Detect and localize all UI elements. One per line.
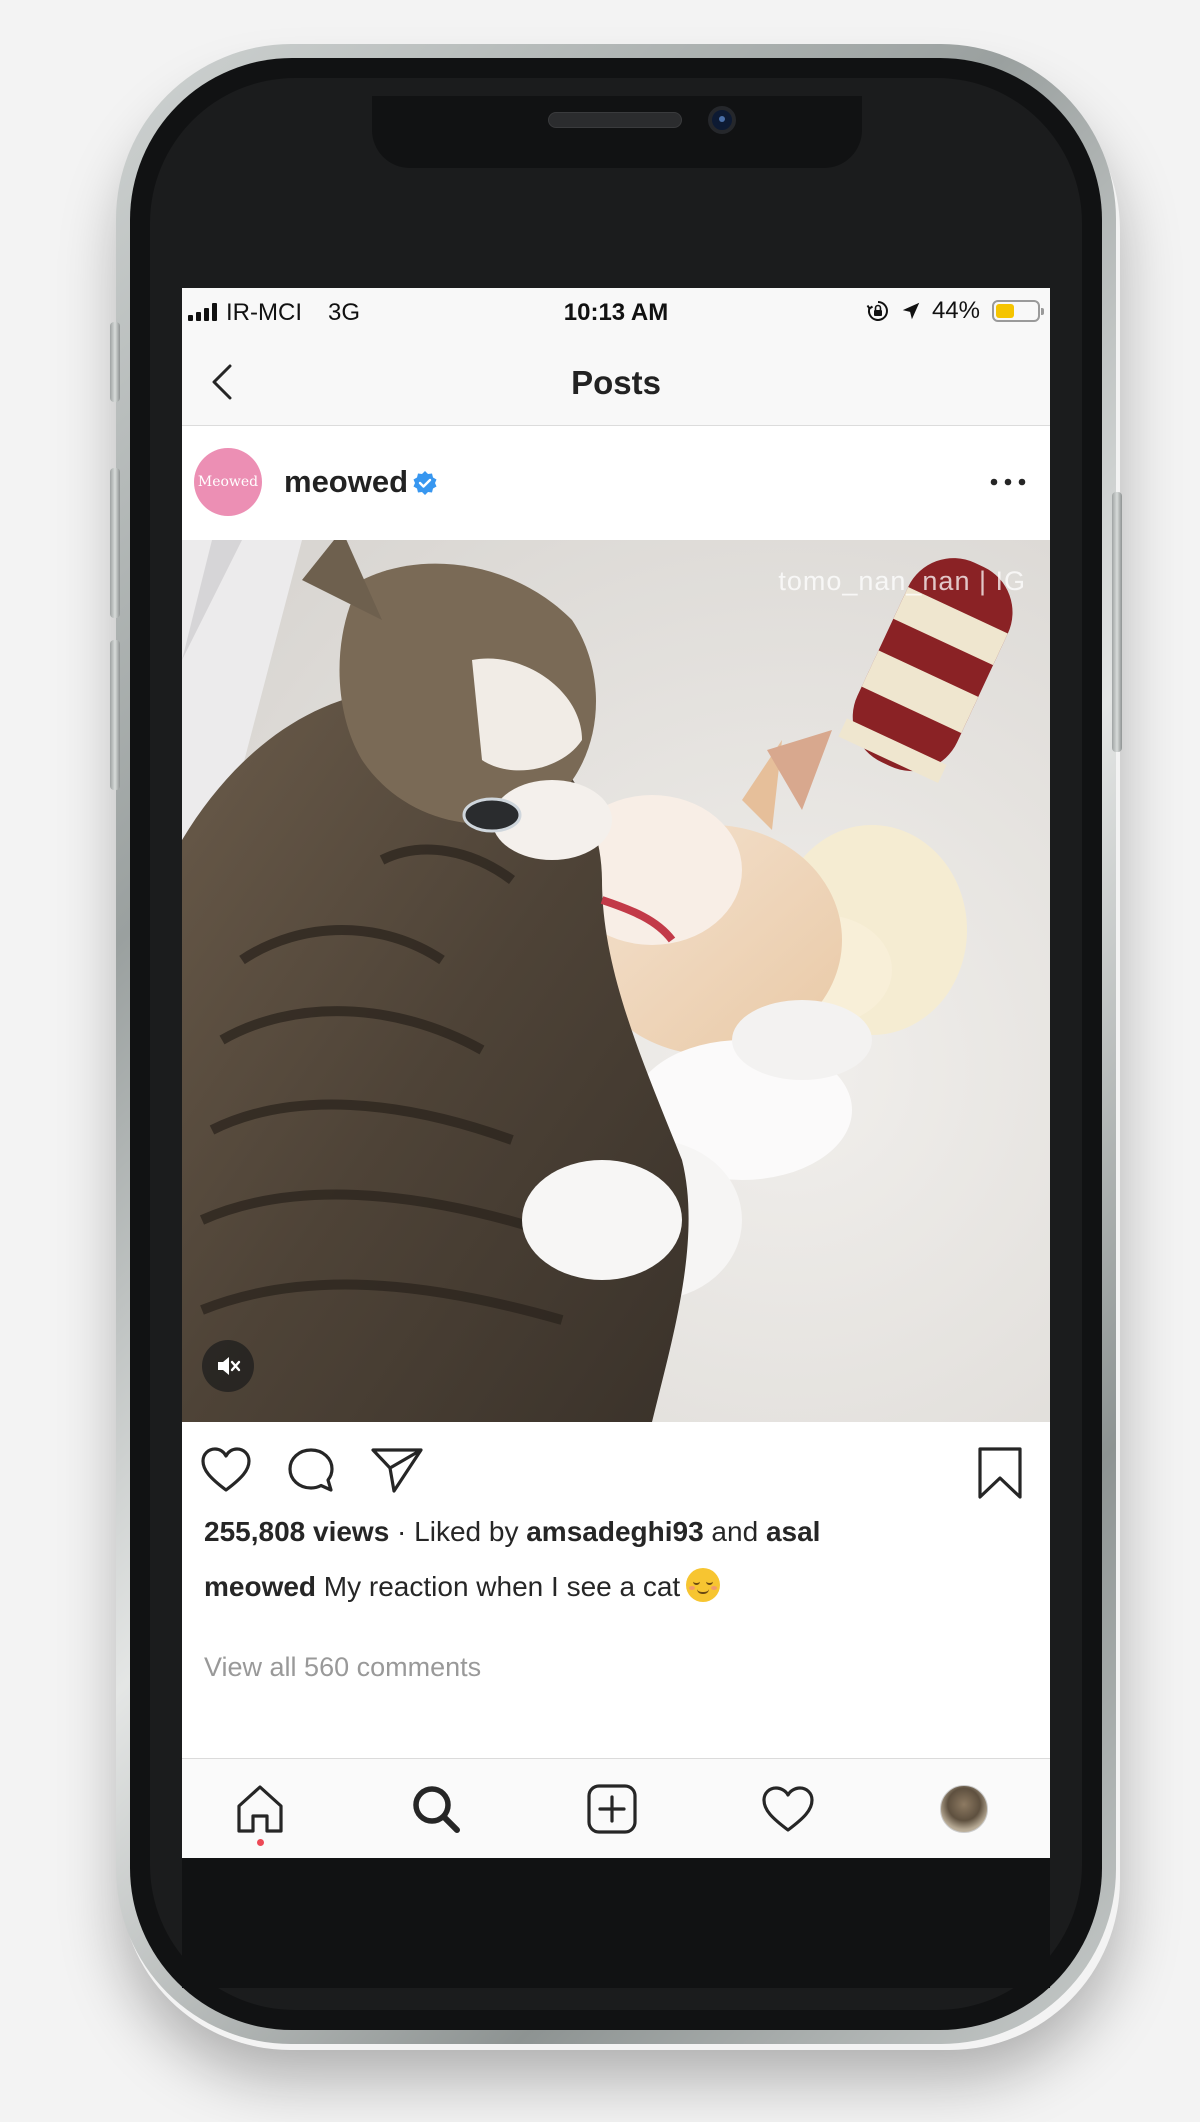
share-button[interactable] bbox=[370, 1446, 424, 1494]
status-bar: IR-MCI 3G 10:13 AM 44% bbox=[182, 288, 1050, 336]
liked-by-prefix: · Liked by bbox=[389, 1516, 527, 1547]
heart-icon bbox=[762, 1786, 814, 1832]
likes-line: 255,808 views · Liked by amsadeghi93 and… bbox=[204, 1516, 820, 1548]
video-watermark: tomo_nan_nan | IG bbox=[778, 566, 1026, 596]
view-all-comments-link[interactable]: View all 560 comments bbox=[204, 1652, 481, 1683]
volume-up-button bbox=[110, 468, 120, 618]
caption-text: My reaction when I see a cat bbox=[316, 1571, 681, 1602]
tab-new-post[interactable] bbox=[582, 1779, 642, 1839]
status-indicators: 44% bbox=[866, 297, 1044, 325]
silent-switch bbox=[110, 322, 120, 402]
notch bbox=[372, 96, 862, 168]
rotation-lock-icon bbox=[866, 301, 888, 321]
like-button[interactable] bbox=[200, 1446, 252, 1494]
post-author-avatar[interactable]: Meowed bbox=[194, 448, 262, 516]
profile-avatar bbox=[940, 1785, 988, 1833]
post-author-username[interactable]: meowed bbox=[284, 464, 408, 500]
tab-search[interactable] bbox=[406, 1779, 466, 1839]
video-frame-cats bbox=[182, 540, 1050, 1422]
view-count[interactable]: 255,808 views bbox=[204, 1516, 389, 1547]
battery-icon bbox=[992, 300, 1044, 322]
post-header: Meowed meowed bbox=[182, 426, 1050, 540]
home-icon bbox=[237, 1785, 283, 1833]
battery-level-fill bbox=[996, 304, 1014, 318]
comment-button[interactable] bbox=[286, 1446, 336, 1496]
screen-bottom-bezel bbox=[182, 1858, 1050, 1988]
tab-home[interactable] bbox=[230, 1779, 290, 1839]
verified-badge-icon bbox=[413, 471, 437, 495]
earpiece-speaker bbox=[548, 112, 682, 128]
bookmark-button[interactable] bbox=[976, 1446, 1024, 1500]
mute-toggle-button[interactable] bbox=[202, 1340, 254, 1392]
add-post-icon bbox=[587, 1784, 637, 1834]
post-actions bbox=[182, 1422, 1050, 1522]
front-camera bbox=[708, 106, 736, 134]
liked-by-others-link[interactable]: asal bbox=[766, 1516, 821, 1547]
more-options-button[interactable] bbox=[986, 470, 1030, 494]
caption-username[interactable]: meowed bbox=[204, 1571, 316, 1602]
navigation-bar: Posts bbox=[182, 336, 1050, 426]
active-tab-indicator bbox=[257, 1839, 264, 1846]
search-icon bbox=[413, 1786, 460, 1833]
speaker-muted-icon bbox=[218, 1357, 241, 1375]
caption-line: meowed My reaction when I see a cat bbox=[204, 1568, 721, 1603]
screen: IR-MCI 3G 10:13 AM 44% Posts Meowed meow… bbox=[182, 288, 1050, 1858]
volume-down-button bbox=[110, 640, 120, 790]
relieved-face-emoji-icon bbox=[686, 1568, 721, 1602]
tab-activity[interactable] bbox=[758, 1779, 818, 1839]
location-arrow-icon bbox=[902, 302, 920, 320]
page-title: Posts bbox=[571, 364, 661, 401]
liked-by-and: and bbox=[703, 1516, 766, 1547]
battery-percent: 44% bbox=[931, 297, 980, 324]
post-video[interactable]: tomo_nan_nan | IG bbox=[182, 540, 1050, 1422]
liked-by-user-link[interactable]: amsadeghi93 bbox=[526, 1516, 703, 1547]
bottom-tab-bar bbox=[182, 1758, 1050, 1858]
tab-profile[interactable] bbox=[934, 1779, 994, 1839]
power-button bbox=[1112, 492, 1122, 752]
